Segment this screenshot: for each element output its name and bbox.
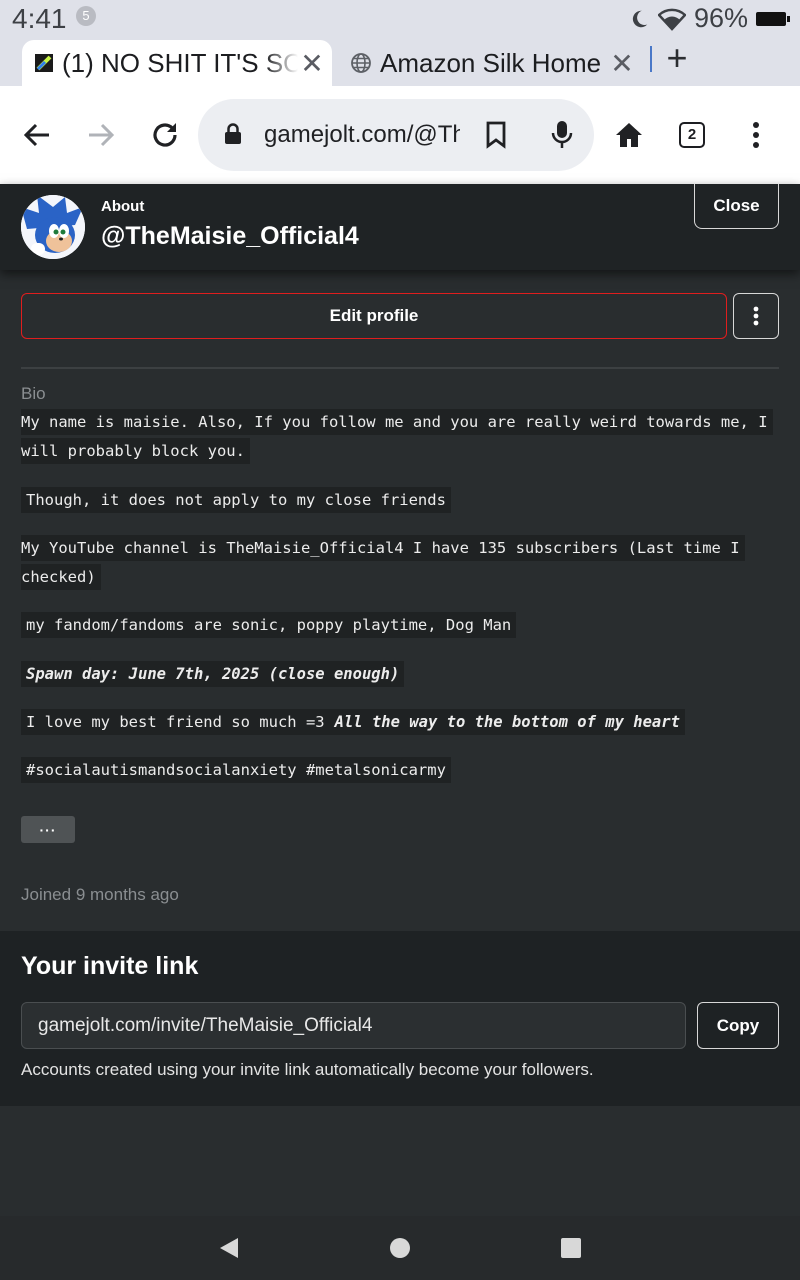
url-text[interactable]: gamejolt.com/@TheMaisie_Official4 [264, 121, 460, 149]
joined-date: Joined 9 months ago [21, 885, 179, 904]
moon-icon [632, 10, 648, 27]
status-time: 4:41 [12, 3, 67, 34]
about-label: About [101, 198, 145, 215]
close-tab-icon[interactable]: ✕ [298, 47, 326, 80]
close-tab-icon[interactable]: ✕ [608, 47, 636, 80]
sonic-avatar-icon [21, 195, 85, 259]
browser-menu-button[interactable] [731, 110, 781, 160]
profile-more-button[interactable] [733, 293, 779, 339]
bio-hashtags: #socialautismandsocialanxiety #metalsoni… [21, 757, 451, 783]
bio-text: My name is maisie. Also, If you follow m… [21, 409, 773, 464]
tab-count: 2 [679, 122, 705, 148]
new-tab-button[interactable]: + [660, 38, 694, 78]
bio-paragraph: my fandom/fandoms are sonic, poppy playt… [21, 611, 779, 640]
reload-button[interactable] [140, 110, 190, 160]
bio-text: I love my best friend so much =3 [21, 709, 330, 735]
copy-button[interactable]: Copy [697, 1002, 779, 1049]
address-bar[interactable]: gamejolt.com/@TheMaisie_Official4 [198, 99, 594, 171]
circle-home-icon [390, 1238, 410, 1258]
close-button[interactable]: Close [694, 184, 779, 229]
system-nav-bar [0, 1216, 800, 1280]
nav-back-button[interactable] [217, 1236, 241, 1260]
bio-heading: Bio [21, 384, 46, 403]
tab-amazon-silk-home[interactable]: Amazon Silk Home ✕ [346, 40, 642, 86]
globe-icon [351, 53, 371, 73]
vertical-dots-icon [753, 122, 759, 148]
bio-paragraph: My name is maisie. Also, If you follow m… [21, 408, 779, 465]
square-recents-icon [561, 1238, 581, 1258]
bio-text: Though, it does not apply to my close fr… [21, 487, 451, 513]
nav-home-button[interactable] [388, 1236, 412, 1260]
edit-profile-button[interactable]: Edit profile [21, 293, 727, 339]
gamejolt-favicon-icon [35, 54, 53, 72]
invite-link-input[interactable] [21, 1002, 686, 1049]
triangle-back-icon [220, 1238, 238, 1258]
bio-paragraph: Spawn day: June 7th, 2025 (close enough) [21, 660, 779, 689]
back-arrow-icon [23, 123, 49, 147]
tab-divider [650, 46, 652, 72]
tab-gamejolt[interactable]: (1) NO SHIT IT'S SO ✕ [22, 40, 332, 86]
bio-text: My YouTube channel is TheMaisie_Official… [21, 535, 745, 590]
battery-percent: 96% [693, 3, 748, 33]
tab-switcher-button[interactable]: 2 [667, 110, 717, 160]
forward-button[interactable] [76, 110, 126, 160]
nav-recents-button[interactable] [559, 1236, 583, 1260]
expand-bio-button[interactable]: ··· [21, 816, 75, 843]
tab-label: Amazon Silk Home [380, 47, 602, 78]
avatar[interactable] [21, 195, 85, 259]
bio-paragraph: My YouTube channel is TheMaisie_Official… [21, 534, 779, 591]
invite-note: Accounts created using your invite link … [21, 1060, 594, 1079]
section-divider [21, 367, 779, 369]
forward-arrow-icon [89, 123, 115, 147]
back-button[interactable] [12, 110, 62, 160]
bio-text-italic: Spawn day: June 7th, 2025 (close enough) [21, 661, 405, 687]
status-bar: 4:41 5 96% [0, 0, 800, 36]
wifi-icon [657, 8, 686, 31]
home-button[interactable] [604, 110, 654, 160]
profile-username: @TheMaisie_Official4 [101, 222, 359, 250]
invite-section: Your invite link Copy Accounts created u… [0, 931, 800, 1106]
tab-label: (1) NO SHIT IT'S SO [62, 47, 298, 78]
lock-icon [225, 123, 241, 144]
about-header: About @TheMaisie_Official4 Close [0, 184, 800, 270]
home-icon [616, 123, 642, 147]
status-icons: 96% [628, 3, 790, 34]
invite-title: Your invite link [21, 952, 199, 980]
bio-text: my fandom/fandoms are sonic, poppy playt… [21, 612, 517, 638]
reload-icon [153, 123, 177, 147]
battery-icon [756, 11, 790, 26]
browser-toolbar: gamejolt.com/@TheMaisie_Official4 2 [0, 86, 800, 184]
vertical-dots-icon [753, 306, 759, 326]
bio-paragraph: Though, it does not apply to my close fr… [21, 486, 779, 515]
bio-paragraph: #socialautismandsocialanxiety #metalsoni… [21, 756, 779, 785]
bookmark-icon[interactable] [484, 121, 508, 149]
microphone-icon[interactable] [550, 119, 574, 151]
bio-text-italic: All the way to the bottom of my heart [329, 709, 685, 735]
bio-paragraph: I love my best friend so much =3 All the … [21, 708, 779, 737]
notification-count-badge: 5 [76, 6, 96, 26]
